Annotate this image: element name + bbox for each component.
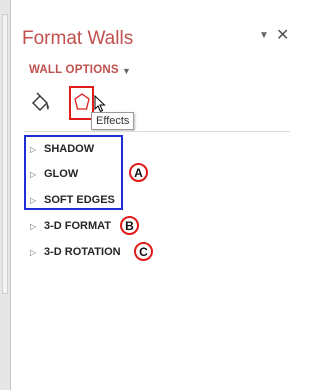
expand-triangle-icon: ▷	[30, 221, 37, 231]
effects-tooltip: Effects	[91, 112, 135, 130]
chevron-down-icon[interactable]: ▼	[122, 66, 131, 76]
expand-triangle-icon: ▷	[30, 169, 37, 179]
section-shadow-label: SHADOW	[44, 143, 95, 155]
section-soft-edges[interactable]: ▷ SOFT EDGES	[30, 191, 115, 209]
pentagon-effects-icon	[74, 93, 90, 110]
left-scroll-strip[interactable]	[0, 0, 11, 390]
scrollbar-thumb[interactable]	[2, 14, 8, 294]
section-shadow[interactable]: ▷ SHADOW	[30, 140, 94, 158]
format-walls-pane: Format Walls ▼ ✕ WALL OPTIONS ▼ Effects …	[12, 0, 301, 390]
mouse-cursor-icon	[94, 95, 106, 113]
wall-options-dropdown-label[interactable]: WALL OPTIONS	[29, 64, 119, 76]
expand-triangle-icon: ▷	[30, 247, 37, 257]
callout-badge-a: A	[129, 163, 148, 182]
section-3d-rotation[interactable]: ▷ 3-D ROTATION	[30, 243, 121, 261]
close-icon[interactable]: ✕	[276, 25, 289, 45]
section-glow[interactable]: ▷ GLOW	[30, 165, 78, 183]
section-3d-rotation-label: 3-D ROTATION	[44, 246, 121, 258]
section-soft-edges-label: SOFT EDGES	[44, 194, 115, 206]
callout-badge-b: B	[120, 216, 139, 235]
fill-line-icon[interactable]	[30, 91, 52, 115]
pane-options-arrow-icon[interactable]: ▼	[259, 30, 269, 41]
section-3d-format[interactable]: ▷ 3-D FORMAT	[30, 217, 111, 235]
pane-title: Format Walls	[22, 28, 134, 49]
callout-badge-c: C	[134, 242, 153, 261]
divider	[24, 131, 290, 132]
expand-triangle-icon: ▷	[30, 144, 37, 154]
section-glow-label: GLOW	[44, 168, 79, 180]
expand-triangle-icon: ▷	[30, 195, 37, 205]
section-3d-format-label: 3-D FORMAT	[44, 220, 112, 232]
